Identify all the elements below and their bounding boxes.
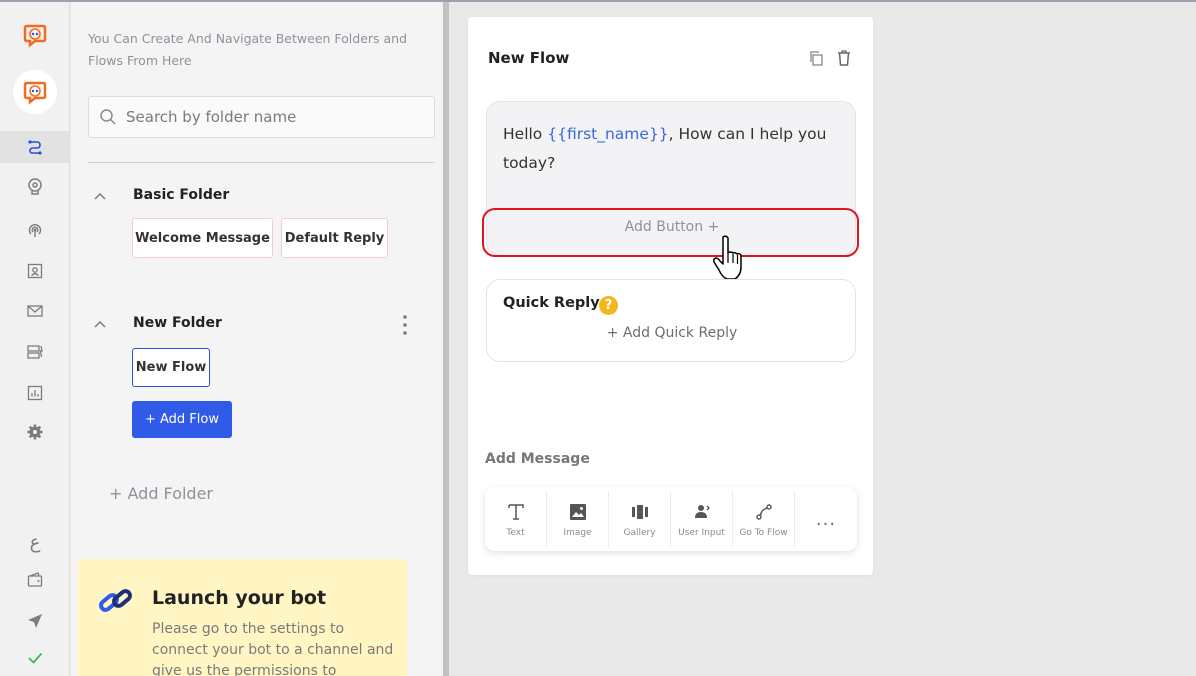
highlight-outline (482, 208, 859, 257)
search-input[interactable] (126, 108, 416, 126)
rail-item-forms[interactable] (0, 336, 70, 368)
icon-rail: ع (0, 2, 70, 676)
link-icon (99, 589, 132, 612)
folder-name-new[interactable]: New Folder (133, 315, 222, 331)
tool-user-input[interactable]: User Input (671, 491, 733, 547)
hand-cursor-icon (713, 235, 742, 280)
tool-image[interactable]: Image (547, 491, 609, 547)
message-toolbar: Text Image Gallery User Input Go To Flow… (485, 487, 857, 551)
image-icon (569, 503, 586, 520)
rail-item-ai[interactable] (0, 170, 70, 202)
tool-text[interactable]: Text (485, 491, 547, 547)
scrollbar-thumb[interactable] (443, 2, 449, 676)
tool-image-label: Image (563, 527, 592, 538)
analytics-icon (27, 385, 43, 401)
add-quick-reply-button[interactable]: + Add Quick Reply (487, 325, 857, 341)
tool-go-to-flow[interactable]: Go To Flow (733, 491, 795, 547)
flow-chip-new-flow[interactable]: New Flow (132, 348, 210, 387)
trash-icon[interactable] (836, 49, 852, 67)
rail-item-settings[interactable] (0, 416, 70, 448)
tool-user-input-label: User Input (678, 527, 725, 538)
folder-name-basic[interactable]: Basic Folder (133, 187, 229, 203)
tool-more[interactable]: ... (795, 491, 857, 547)
send-icon (28, 614, 42, 628)
search-icon (100, 109, 116, 125)
launch-title: Launch your bot (152, 587, 327, 609)
add-folder-button[interactable]: + Add Folder (109, 484, 213, 503)
tool-go-to-flow-label: Go To Flow (739, 527, 788, 538)
gallery-icon (631, 504, 648, 519)
rail-item-inbox[interactable] (0, 295, 70, 327)
contacts-icon (27, 263, 43, 279)
rail-item-publish[interactable] (0, 605, 70, 637)
search-box[interactable] (88, 96, 435, 138)
chevron-up-icon[interactable] (93, 189, 107, 203)
rail-item-broadcast[interactable] (0, 214, 70, 246)
copy-icon[interactable] (808, 50, 824, 66)
launch-body: Please go to the settings to connect you… (152, 621, 394, 676)
bot-avatar-icon (23, 81, 47, 105)
add-message-label: Add Message (485, 451, 590, 467)
quick-reply-label: Quick Reply (503, 295, 600, 311)
variable-first-name: {{first_name}} (547, 125, 669, 143)
check-icon (28, 652, 43, 664)
flow-title: New Flow (488, 49, 570, 67)
forms-icon (27, 345, 43, 359)
flow-chip-default-reply[interactable]: Default Reply (281, 218, 388, 258)
language-icon[interactable]: ع (0, 526, 70, 558)
more-icon: ... (815, 508, 837, 530)
rail-item-contacts[interactable] (0, 255, 70, 287)
tool-gallery[interactable]: Gallery (609, 491, 671, 547)
message-prefix: Hello (503, 125, 548, 143)
broadcast-icon (28, 224, 42, 237)
rail-item-flows[interactable] (0, 131, 70, 163)
botit-logo-icon[interactable] (22, 22, 48, 48)
flow-icon (28, 140, 42, 155)
flow-chip-welcome-message[interactable]: Welcome Message (132, 218, 273, 258)
message-text[interactable]: Hello {{first_name}}, How can I help you… (503, 120, 833, 178)
flow-card: New Flow Hello {{first_name}}, How can I… (468, 17, 873, 575)
wallet-icon (27, 572, 43, 587)
quick-reply-block: Quick Reply ? + Add Quick Reply (486, 279, 856, 362)
folders-panel: You Can Create And Navigate Between Fold… (71, 2, 443, 676)
rail-item-status[interactable] (0, 642, 70, 674)
go-to-flow-icon (755, 503, 772, 520)
user-input-icon (694, 504, 710, 518)
add-flow-button[interactable]: + Add Flow (132, 401, 232, 438)
text-icon (507, 503, 524, 520)
help-icon[interactable]: ? (599, 296, 618, 315)
folders-hint: You Can Create And Navigate Between Fold… (88, 31, 408, 68)
brain-icon (28, 178, 42, 195)
chevron-up-icon[interactable] (93, 317, 107, 331)
tool-gallery-label: Gallery (623, 527, 656, 538)
kebab-menu-icon[interactable] (401, 313, 409, 337)
divider (88, 162, 435, 163)
mail-icon (27, 305, 43, 317)
tool-text-label: Text (506, 527, 525, 538)
panel-scrollbar[interactable] (443, 2, 449, 676)
launch-bot-banner: Launch your bot Please go to the setting… (78, 559, 407, 676)
rail-item-analytics[interactable] (0, 377, 70, 409)
rail-item-billing[interactable] (0, 564, 70, 596)
gear-icon (27, 424, 43, 440)
